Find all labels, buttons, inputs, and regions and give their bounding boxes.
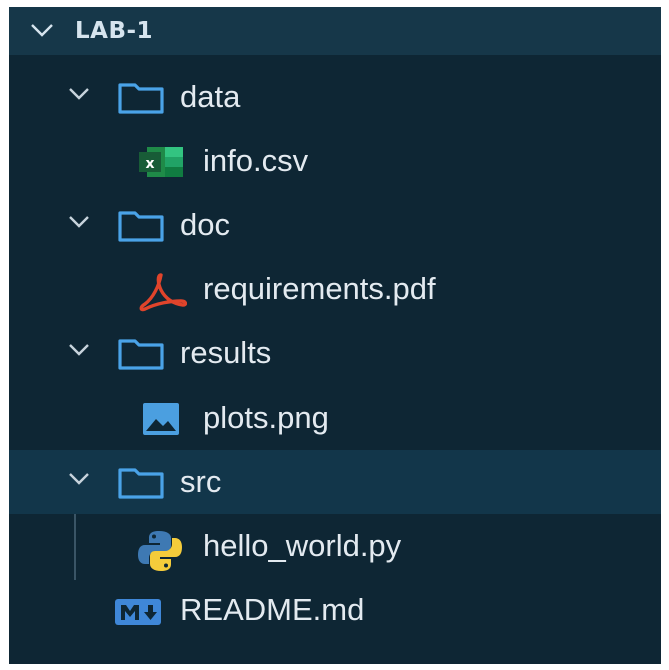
explorer-root-label: LAB-1 xyxy=(75,18,154,44)
tree-item-results-folder[interactable]: results xyxy=(9,321,661,385)
markdown-icon xyxy=(113,593,163,634)
tree-item-info-csv[interactable]: x info.csv xyxy=(9,129,661,193)
tree-item-label: src xyxy=(180,464,222,499)
tree-item-label: data xyxy=(180,79,241,114)
folder-icon xyxy=(117,466,165,505)
tree-item-label: README.md xyxy=(180,592,365,627)
explorer-root-header[interactable]: LAB-1 xyxy=(9,7,661,55)
pdf-icon xyxy=(137,272,188,317)
chevron-down-icon[interactable] xyxy=(29,19,55,46)
chevron-down-icon[interactable] xyxy=(67,212,91,237)
excel-icon: x xyxy=(135,144,187,185)
tree-item-src-folder[interactable]: src xyxy=(9,450,661,514)
chevron-down-icon[interactable] xyxy=(67,469,91,494)
tree-item-label: plots.png xyxy=(203,400,329,435)
python-icon xyxy=(137,529,183,578)
tree-item-plots-png[interactable]: plots.png xyxy=(9,386,661,450)
svg-text:x: x xyxy=(145,156,154,172)
folder-icon xyxy=(117,81,165,120)
tree-item-label: results xyxy=(180,335,272,370)
folder-icon xyxy=(117,337,165,376)
tree-item-label: requirements.pdf xyxy=(203,271,436,306)
tree-item-requirements-pdf[interactable]: requirements.pdf xyxy=(9,257,661,321)
tree-item-data-folder[interactable]: data xyxy=(9,65,661,129)
tree-item-hello-world-py[interactable]: hello_world.py xyxy=(9,514,661,578)
image-icon xyxy=(141,401,181,442)
tree-item-doc-folder[interactable]: doc xyxy=(9,193,661,257)
tree-item-readme-md[interactable]: README.md xyxy=(9,578,661,642)
tree-item-label: info.csv xyxy=(203,143,309,178)
file-explorer: LAB-1 data x info.csv doc requirements.p… xyxy=(9,7,661,664)
chevron-down-icon[interactable] xyxy=(67,84,91,109)
tree-item-label: hello_world.py xyxy=(203,528,402,563)
folder-icon xyxy=(117,209,165,248)
chevron-down-icon[interactable] xyxy=(67,340,91,365)
tree-item-label: doc xyxy=(180,207,230,242)
